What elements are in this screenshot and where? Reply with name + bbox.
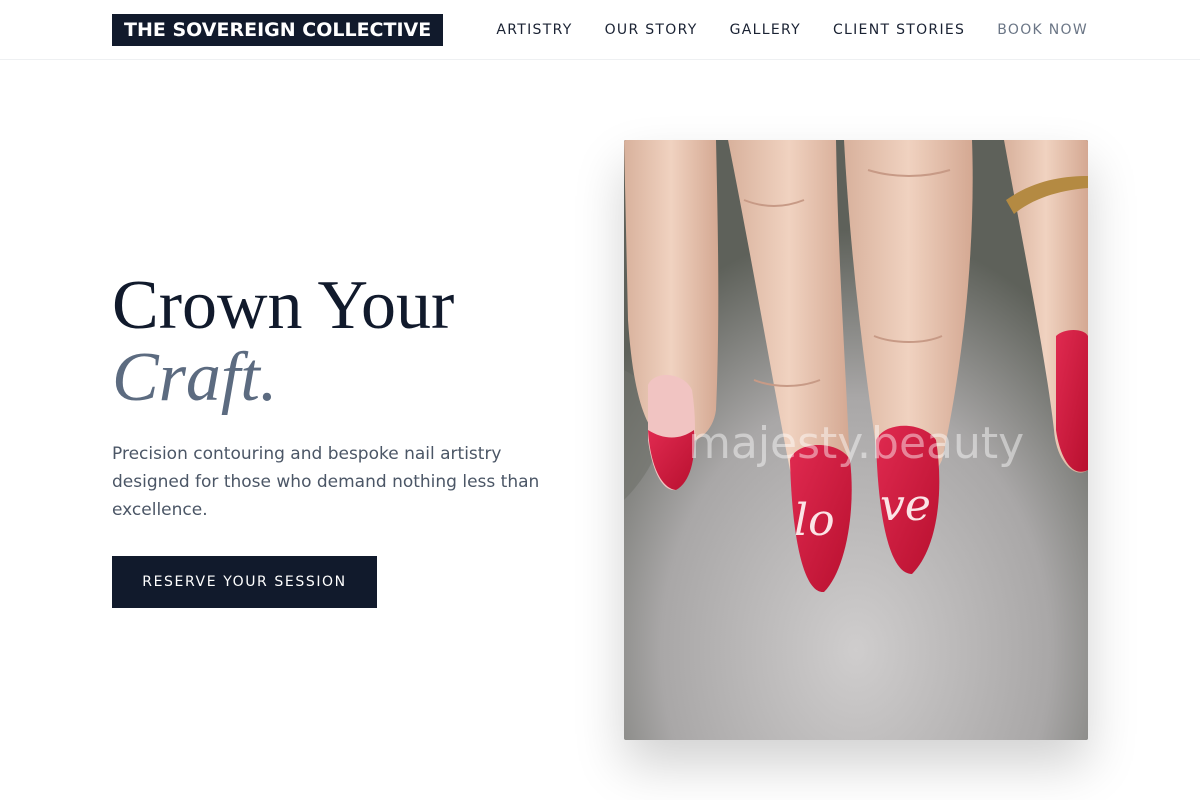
nav-link-client-stories[interactable]: CLIENT STORIES bbox=[833, 22, 965, 38]
nav-link-gallery[interactable]: GALLERY bbox=[730, 22, 801, 38]
reserve-session-button[interactable]: RESERVE YOUR SESSION bbox=[112, 556, 377, 608]
hero-description: Precision contouring and bespoke nail ar… bbox=[112, 444, 540, 520]
nav-link-book-now[interactable]: BOOK NOW bbox=[997, 22, 1088, 38]
site-logo[interactable]: THE SOVEREIGN COLLECTIVE bbox=[112, 14, 444, 46]
hero-image: lo ve majesty.beauty bbox=[624, 140, 1088, 740]
hero-title-line2: Craft. bbox=[112, 339, 278, 416]
nail-script-ve: ve bbox=[880, 480, 931, 531]
site-header: THE SOVEREIGN COLLECTIVE ARTISTRY OUR ST… bbox=[0, 0, 1200, 60]
hero-title-line1: Crown Your bbox=[112, 267, 455, 344]
main-nav: ARTISTRY OUR STORY GALLERY CLIENT STORIE… bbox=[496, 0, 1088, 60]
image-watermark: majesty.beauty bbox=[688, 418, 1024, 469]
nail-art-illustration: lo ve majesty.beauty bbox=[624, 140, 1088, 740]
nav-link-our-story[interactable]: OUR STORY bbox=[605, 22, 698, 38]
nail-script-lo: lo bbox=[794, 495, 835, 546]
hero-title: Crown Your Craft. bbox=[112, 270, 454, 414]
nav-link-artistry[interactable]: ARTISTRY bbox=[496, 22, 572, 38]
